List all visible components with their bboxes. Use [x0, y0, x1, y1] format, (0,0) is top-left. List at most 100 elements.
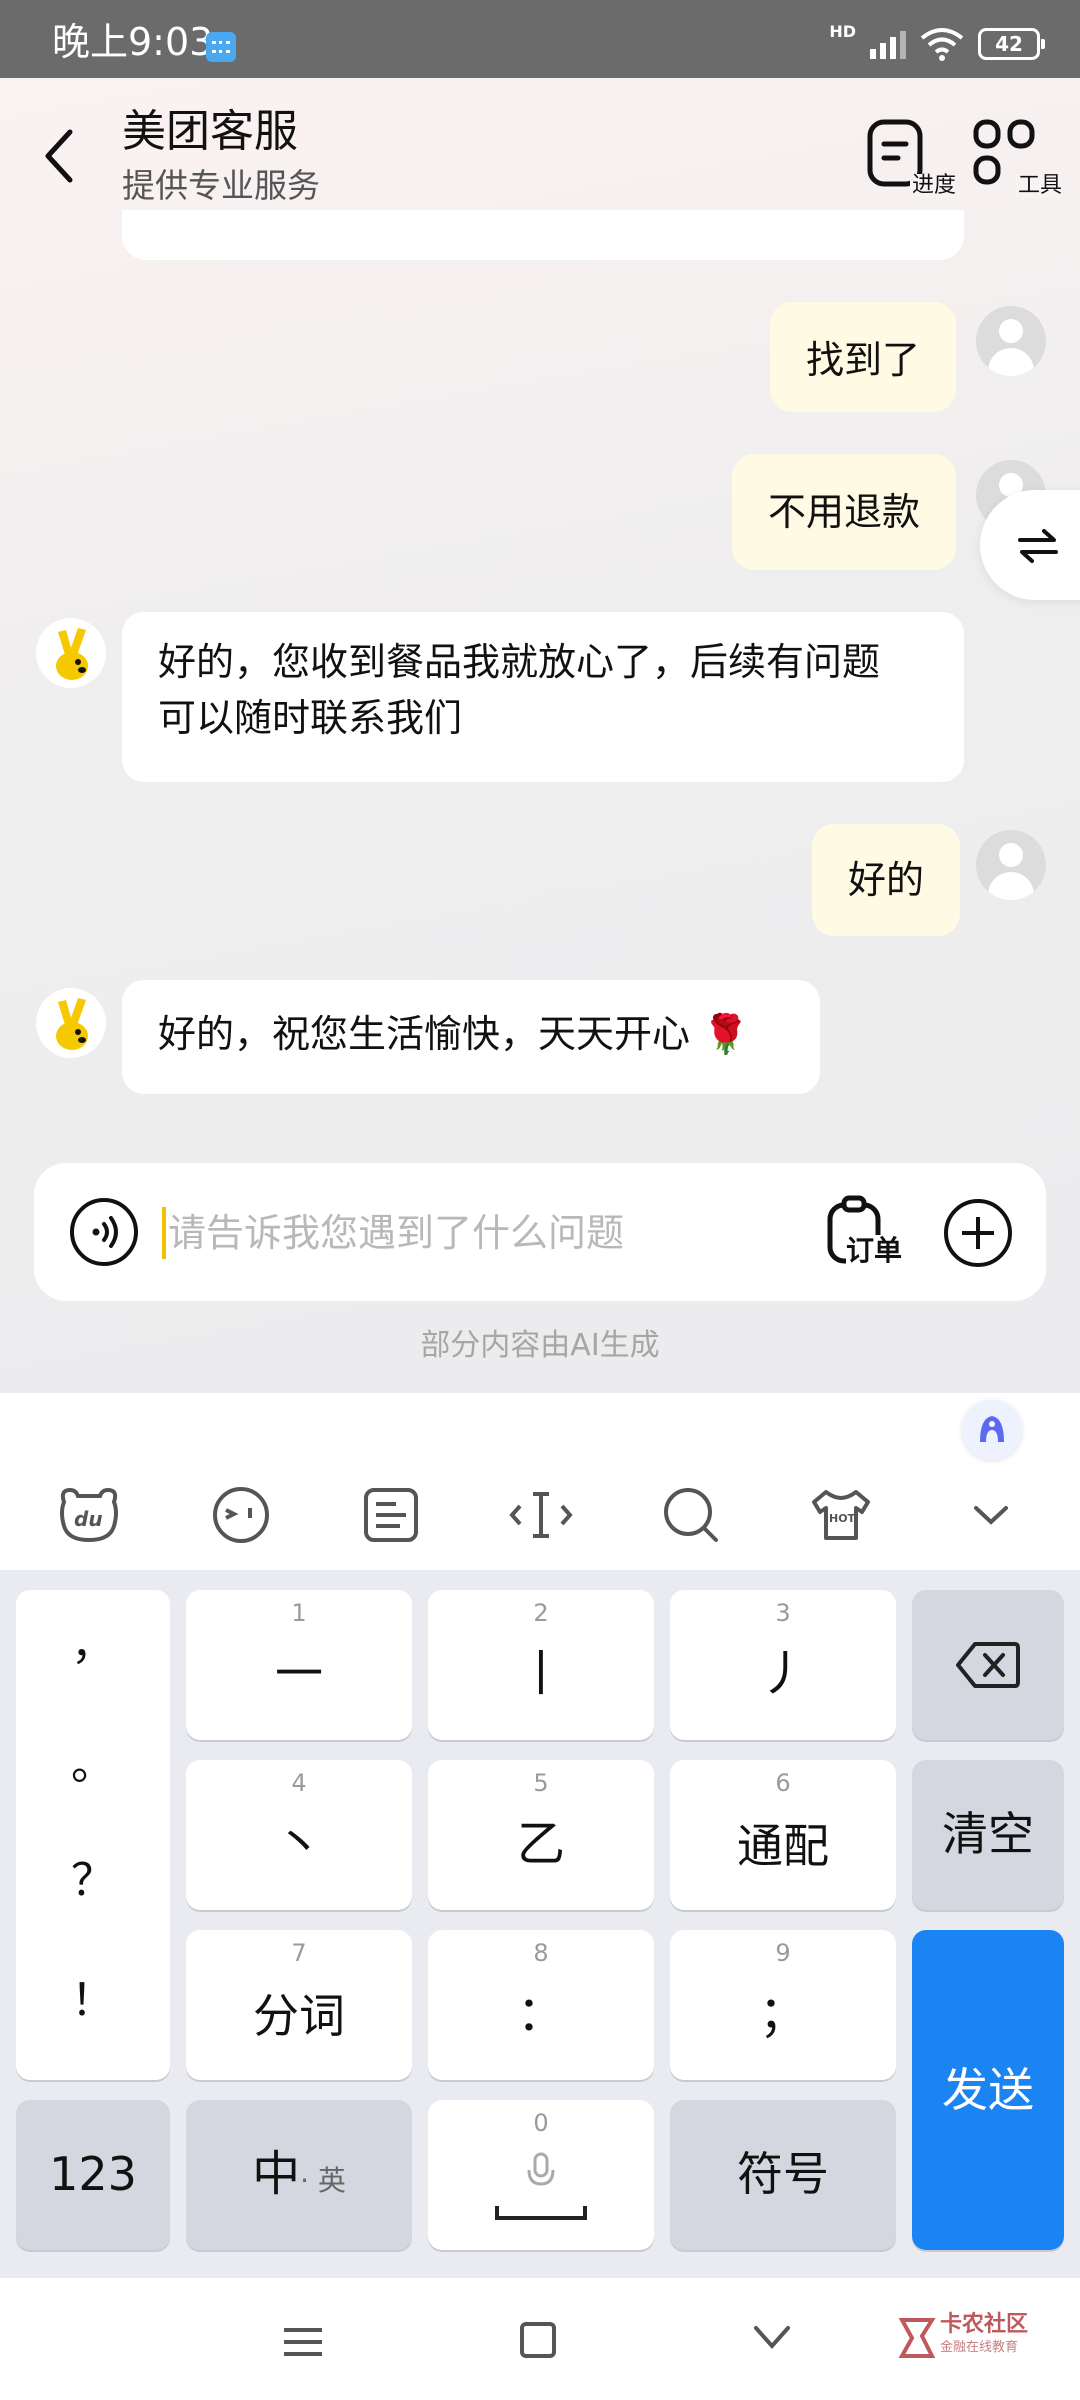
key-label: 分词 [253, 1989, 345, 2043]
bot-avatar [36, 988, 106, 1058]
network-type: HD [829, 22, 856, 41]
tools-button[interactable]: 工具 [972, 118, 1062, 198]
key-9[interactable]: 9 ； [670, 1930, 896, 2080]
punctuation-column[interactable]: ， 。 ？ ！ [16, 1590, 170, 2080]
key-label: 符号 [737, 2147, 829, 2201]
status-icons: HD 42 [829, 22, 1045, 64]
signal-icon [870, 29, 906, 59]
du-emoji-icon[interactable]: du [54, 1480, 124, 1550]
key-label: 通配 [737, 1819, 829, 1873]
key-4[interactable]: 4 丶 [186, 1760, 412, 1910]
key-label: 乙 [516, 1816, 565, 1872]
message-text: 不用退款 [768, 490, 921, 534]
language-switch-key[interactable]: 中· 英 [186, 2100, 412, 2250]
punct-period[interactable]: 。 [16, 1740, 170, 1790]
order-button[interactable]: 订单 [826, 1195, 906, 1269]
voice-input-button[interactable] [70, 1198, 138, 1266]
key-label: 丶 [274, 1816, 323, 1872]
key-label-english: · 英 [300, 2164, 346, 2197]
mascot-icon [56, 998, 88, 1050]
cursor-move-icon[interactable] [506, 1480, 576, 1550]
key-number: 0 [533, 2109, 549, 2137]
progress-label: 进度 [909, 173, 956, 198]
clipboard-list-icon[interactable] [356, 1480, 426, 1550]
message-text: 找到了 [806, 338, 921, 382]
key-number: 5 [533, 1769, 549, 1797]
message-text: 好的，祝您生活愉快，天天开心 [158, 1012, 691, 1056]
chat-header: 美团客服 提供专业服务 进度 工具 [0, 78, 1080, 228]
key-label: 丿 [758, 1646, 807, 1702]
page-subtitle: 提供专业服务 [122, 166, 320, 205]
svg-text:du: du [74, 1507, 103, 1531]
keyboard-notification-icon [206, 32, 236, 62]
key-5[interactable]: 5 乙 [428, 1760, 654, 1910]
symbols-key[interactable]: 符号 [670, 2100, 896, 2250]
key-6[interactable]: 6 通配 [670, 1760, 896, 1910]
microphone-icon [527, 2152, 555, 2186]
key-1[interactable]: 1 一 [186, 1590, 412, 1740]
search-icon[interactable] [656, 1480, 726, 1550]
key-number: 2 [533, 1599, 549, 1627]
assistant-icon [980, 1416, 1004, 1442]
tools-label: 工具 [1015, 173, 1062, 198]
bot-message[interactable]: 好的，您收到餐品我就放心了，后续有问题 可以随时联系我们 [122, 612, 964, 782]
home-icon[interactable] [520, 2322, 556, 2358]
send-key[interactable]: 发送 [912, 1930, 1064, 2250]
key-8[interactable]: 8 ： [428, 1930, 654, 2080]
mascot-icon [56, 628, 88, 680]
user-message[interactable]: 找到了 [770, 302, 957, 412]
message-text: 好的 [848, 858, 925, 902]
back-arrow-icon[interactable] [40, 126, 80, 186]
hot-tshirt-icon[interactable]: HOT [806, 1480, 876, 1550]
key-number: 6 [775, 1769, 791, 1797]
watermark-text: 卡农社区 [940, 2312, 1029, 2337]
key-number: 7 [291, 1939, 307, 1967]
punct-comma[interactable]: ， [16, 1620, 170, 1670]
collapse-keyboard-icon[interactable] [956, 1480, 1026, 1550]
key-label: 123 [49, 2147, 137, 2201]
key-number: 8 [533, 1939, 549, 1967]
previous-card [122, 210, 964, 260]
key-number: 4 [291, 1769, 307, 1797]
chevron-down-icon[interactable] [752, 2322, 792, 2352]
switch-arrows-icon [1018, 529, 1058, 563]
voice-icon [92, 1216, 118, 1248]
message-text-line: 好的，您收到餐品我就放心了，后续有问题 [158, 640, 881, 684]
status-bar: 晚上9:03 HD 42 [0, 0, 1080, 78]
backspace-icon [956, 1642, 1020, 1688]
clear-key[interactable]: 清空 [912, 1760, 1064, 1910]
page-title: 美团客服 [122, 106, 298, 157]
user-message[interactable]: 好的 [812, 824, 961, 936]
assistant-button[interactable] [962, 1400, 1022, 1460]
rose-emoji-icon: 🌹 [702, 1012, 750, 1056]
emoji-face-icon[interactable] [206, 1480, 276, 1550]
key-3[interactable]: 3 丿 [670, 1590, 896, 1740]
message-input[interactable]: 请告诉我您遇到了什么问题 [168, 1207, 624, 1259]
user-avatar [976, 830, 1046, 900]
wifi-icon [920, 28, 964, 61]
punct-question[interactable]: ？ [16, 1856, 170, 1906]
key-label: ： [516, 1986, 565, 2042]
message-input-bar: 请告诉我您遇到了什么问题 订单 [34, 1163, 1046, 1301]
backspace-key[interactable] [912, 1590, 1064, 1740]
space-icon [495, 2206, 587, 2220]
watermark-subtext: 金融在线教育 [940, 2340, 1019, 2355]
bot-message[interactable]: 好的，祝您生活愉快，天天开心 🌹 [122, 980, 820, 1094]
key-number: 1 [291, 1599, 307, 1627]
key-label-chinese: 中 [252, 2146, 301, 2202]
menu-icon[interactable] [284, 2328, 322, 2356]
key-7[interactable]: 7 分词 [186, 1930, 412, 2080]
numeric-mode-key[interactable]: 123 [16, 2100, 170, 2250]
progress-button[interactable]: 进度 [866, 118, 956, 198]
bot-avatar [36, 618, 106, 688]
punct-exclaim[interactable]: ！ [16, 1976, 170, 2026]
key-2[interactable]: 2 丨 [428, 1590, 654, 1740]
watermark: 卡农社区 金融在线教育 [898, 2310, 1068, 2366]
space-key[interactable]: 0 [428, 2100, 654, 2250]
switch-button[interactable] [980, 490, 1080, 600]
add-attachment-button[interactable] [944, 1199, 1012, 1267]
user-avatar [976, 306, 1046, 376]
key-label: ； [758, 1986, 807, 2042]
user-message[interactable]: 不用退款 [732, 454, 957, 570]
key-number: 9 [775, 1939, 791, 1967]
